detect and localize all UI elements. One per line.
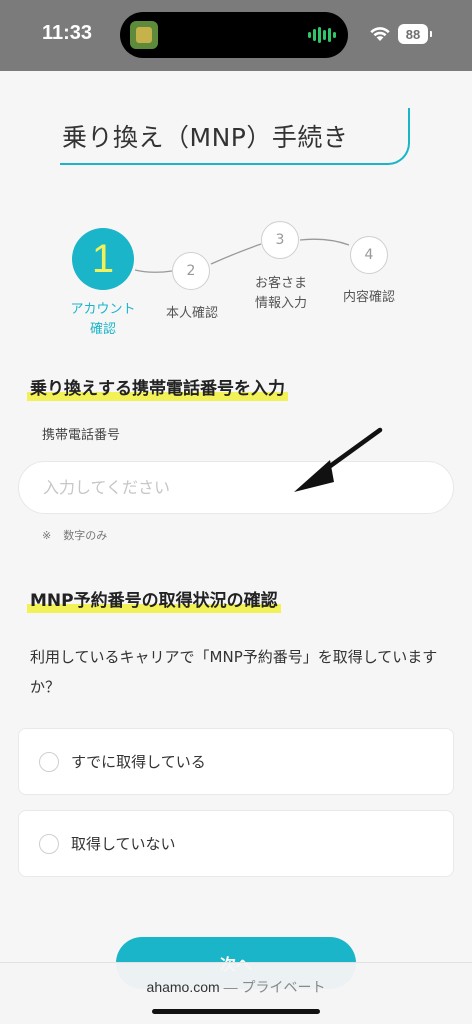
step-3-circle: 3 <box>261 221 299 259</box>
radio-button-obtained[interactable] <box>39 751 59 772</box>
battery-level: 88 <box>405 26 421 42</box>
browser-domain: ahamo.com <box>146 979 220 995</box>
browser-separator: — <box>223 979 238 995</box>
step-progress: 1 2 3 4 アカウント 確認 本人確認 お客さま 情報入力 内容確認 <box>0 200 472 350</box>
phone-section-heading-text: 乗り換えする携帯電話番号を入力 <box>30 379 285 399</box>
phone-input-note: ※ 数字のみ <box>42 527 107 543</box>
mnp-section-heading: MNP予約番号の取得状況の確認 <box>27 586 281 613</box>
audio-waveform-icon <box>308 27 336 43</box>
radio-label-not-obtained: 取得していない <box>71 835 176 853</box>
step-1-number: 1 <box>91 236 115 281</box>
radio-option-not-obtained[interactable]: 取得していない <box>18 810 454 877</box>
phone-field-label: 携帯電話番号 <box>42 428 121 443</box>
step-1-label: アカウント 確認 <box>70 302 136 337</box>
browser-url[interactable]: ahamo.com — プライベート <box>0 977 472 997</box>
step-2-number: 2 <box>186 263 196 279</box>
app-thumbnail-icon <box>130 21 158 49</box>
mnp-question: 利用しているキャリアで「MNP予約番号」を取得していますか？ <box>30 648 438 696</box>
annotation-arrow-icon <box>294 427 383 492</box>
step-4-circle: 4 <box>350 236 388 274</box>
step-1-circle: 1 <box>72 228 134 290</box>
radio-button-not-obtained[interactable] <box>39 833 59 854</box>
step-4-label: 内容確認 <box>342 290 395 305</box>
note-text: 数字のみ <box>63 529 108 542</box>
home-indicator[interactable] <box>152 1009 320 1014</box>
browser-address-bar[interactable]: ahamo.com — プライベート <box>0 962 472 1024</box>
page-title-box: 乗り換え（MNP）手続き <box>60 108 410 165</box>
mnp-section-heading-text: MNP予約番号の取得状況の確認 <box>30 591 278 611</box>
status-time: 11:33 <box>42 22 93 44</box>
wifi-icon <box>370 27 390 41</box>
radio-option-obtained[interactable]: すでに取得している <box>18 728 454 795</box>
step-2-label: 本人確認 <box>165 306 218 321</box>
status-bar: 11:33 88 <box>0 0 472 71</box>
step-3-label: お客さま 情報入力 <box>254 276 307 311</box>
radio-label-obtained: すでに取得している <box>71 753 206 771</box>
step-2-circle: 2 <box>172 252 210 290</box>
step-3-number: 3 <box>275 232 285 248</box>
dynamic-island[interactable] <box>120 12 348 58</box>
note-mark: ※ <box>42 529 52 542</box>
step-4-number: 4 <box>364 247 374 263</box>
browser-mode: プライベート <box>241 979 326 995</box>
page-title: 乗り換え（MNP）手続き <box>62 123 349 152</box>
phone-section-heading: 乗り換えする携帯電話番号を入力 <box>27 374 288 401</box>
battery-icon: 88 <box>398 24 432 44</box>
